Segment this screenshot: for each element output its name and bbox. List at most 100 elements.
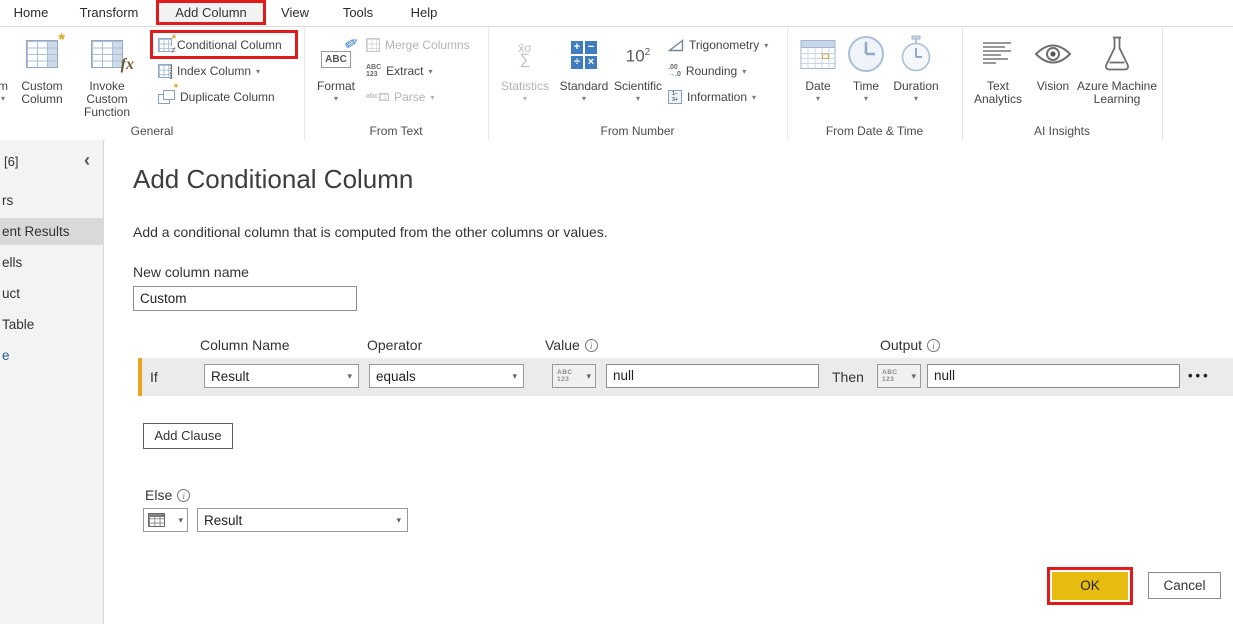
query-list-item[interactable]: rs	[0, 187, 104, 214]
date-label: Date	[805, 79, 830, 93]
chevron-down-icon: ▾	[911, 371, 916, 382]
date-button[interactable]: Date ▾	[797, 31, 839, 103]
chevron-down-icon: ▾	[0, 94, 12, 103]
index-column-button[interactable]: 123 Index Column ▾	[158, 60, 260, 82]
chevron-down-icon: ▾	[430, 93, 434, 102]
parse-button: abc Parse ▾	[366, 86, 434, 108]
ribbon-group-ai-insights: Text Analytics Vision Azure Machine Lear…	[962, 27, 1163, 140]
else-info-icon[interactable]: i	[177, 489, 190, 502]
format-button[interactable]: ABC✎ Format ▾	[312, 31, 360, 103]
chevron-down-icon: ▾	[611, 94, 665, 103]
query-list-item[interactable]: e	[0, 342, 104, 369]
pencil-icon: ✎	[345, 35, 361, 51]
if-label: If	[150, 358, 158, 396]
table-fx-icon: fx	[91, 40, 123, 68]
duplicate-column-icon: *	[158, 90, 175, 104]
chevron-down-icon: ▾	[347, 371, 352, 382]
then-label: Then	[832, 358, 864, 396]
chevron-down-icon: ▾	[312, 94, 360, 103]
query-list-item[interactable]: Table	[0, 311, 104, 338]
ok-button[interactable]: OK	[1052, 572, 1128, 600]
extract-button[interactable]: ABC123 Extract ▾	[366, 60, 433, 82]
parse-icon: abc	[366, 93, 378, 101]
output-info-icon[interactable]: i	[927, 339, 940, 352]
invoke-custom-function-button[interactable]: fx Invoke Custom Function	[74, 31, 140, 119]
standard-button[interactable]: +− ÷× Standard ▾	[555, 31, 613, 103]
tab-add-column[interactable]: Add Column	[175, 5, 247, 20]
annotation-box-add-column-tab: Add Column	[156, 0, 266, 25]
new-column-name-label: New column name	[133, 264, 249, 280]
trigonometry-label: Trigonometry	[689, 38, 759, 52]
column-from-examples-button-clipped[interactable]: m ▾	[0, 31, 12, 103]
flask-icon	[1074, 31, 1160, 77]
conditional-column-button[interactable]: *≠ Conditional Column	[158, 34, 282, 56]
time-label: Time	[853, 79, 879, 93]
text-lines-icon	[968, 31, 1028, 77]
new-column-name-input[interactable]: Custom	[133, 286, 357, 311]
else-type-select[interactable]: ▾	[143, 508, 188, 532]
merge-columns-label: Merge Columns	[385, 38, 470, 52]
operator-select[interactable]: equals▾	[369, 364, 524, 388]
else-value-select[interactable]: Result▾	[197, 508, 408, 532]
duration-button[interactable]: Duration ▾	[889, 31, 943, 103]
tab-transform[interactable]: Transform	[74, 0, 144, 25]
time-button[interactable]: Time ▾	[845, 31, 887, 103]
annotation-box-ok-button: OK	[1047, 567, 1133, 605]
query-list-item[interactable]: uct	[0, 280, 104, 307]
format-abc-icon: ABC✎	[321, 52, 351, 66]
group-label-from-date-time: From Date & Time	[787, 124, 962, 138]
group-label-general: General	[0, 124, 304, 138]
table-sparkle-icon: *	[26, 40, 58, 68]
value-type-select[interactable]: ABC123 ▾	[552, 364, 596, 388]
menubar: Home Transform Add Column View Tools Hel…	[0, 0, 1233, 26]
tab-view[interactable]: View	[274, 0, 316, 25]
duplicate-column-button[interactable]: * Duplicate Column	[158, 86, 275, 108]
output-input[interactable]: null	[927, 364, 1180, 388]
statistics-button: x̄σ∑ Statistics ▾	[495, 31, 555, 103]
merge-columns-button: Merge Columns	[366, 34, 470, 56]
triangle-icon	[668, 39, 684, 52]
standard-label: Standard	[560, 79, 609, 93]
output-type-select[interactable]: ABC123 ▾	[877, 364, 921, 388]
eye-icon	[1032, 31, 1074, 77]
ribbon-group-from-text: ABC✎ Format ▾ Merge Columns ABC123 Extra…	[304, 27, 489, 140]
information-button[interactable]: 1−3+ Information ▾	[668, 86, 756, 108]
chevron-down-icon: ▾	[512, 371, 517, 382]
tab-tools[interactable]: Tools	[336, 0, 380, 25]
collapse-pane-icon[interactable]: ‹	[84, 150, 90, 171]
vision-button[interactable]: Vision	[1032, 31, 1074, 93]
content-area: [6] ‹ rs ent Results ells uct Table e Ad…	[0, 140, 1233, 624]
query-list-item-selected[interactable]: ent Results	[0, 218, 104, 245]
scientific-button[interactable]: 102 Scientific ▾	[611, 31, 665, 103]
column-name-select[interactable]: Result▾	[204, 364, 359, 388]
row-more-options-button[interactable]: •••	[1188, 358, 1211, 394]
group-label-from-number: From Number	[488, 124, 787, 138]
vision-label: Vision	[1037, 79, 1069, 93]
rounding-icon: .00→.0	[668, 64, 681, 79]
azure-machine-learning-button[interactable]: Azure Machine Learning	[1074, 31, 1160, 106]
chevron-down-icon: ▾	[752, 93, 756, 102]
merge-columns-icon	[366, 38, 380, 52]
index-column-label: Index Column	[177, 64, 251, 78]
group-label-from-text: From Text	[304, 124, 488, 138]
calendar-icon	[797, 31, 839, 77]
query-list-item[interactable]: ells	[0, 249, 104, 276]
chevron-down-icon: ▾	[845, 94, 887, 103]
tab-help[interactable]: Help	[404, 0, 444, 25]
value-info-icon[interactable]: i	[585, 339, 598, 352]
value-input[interactable]: null	[606, 364, 819, 388]
tab-home[interactable]: Home	[8, 0, 54, 25]
chevron-down-icon: ▾	[797, 94, 839, 103]
queries-sidebar: [6] ‹ rs ent Results ells uct Table e	[0, 140, 104, 624]
ribbon-group-from-date-time: Date ▾ Time ▾ Duration	[787, 27, 963, 140]
clipped-icon	[0, 31, 12, 77]
custom-column-button[interactable]: * Custom Column	[12, 31, 72, 106]
trigonometry-button[interactable]: Trigonometry ▾	[668, 34, 768, 56]
text-analytics-button[interactable]: Text Analytics	[968, 31, 1028, 106]
cancel-button[interactable]: Cancel	[1148, 572, 1221, 599]
rounding-button[interactable]: .00→.0 Rounding ▾	[668, 60, 746, 82]
statistics-icon: x̄σ∑	[518, 42, 531, 66]
add-clause-button[interactable]: Add Clause	[143, 423, 233, 449]
invoke-custom-function-label: Invoke Custom Function	[84, 79, 130, 119]
clipped-label: m	[0, 79, 8, 93]
